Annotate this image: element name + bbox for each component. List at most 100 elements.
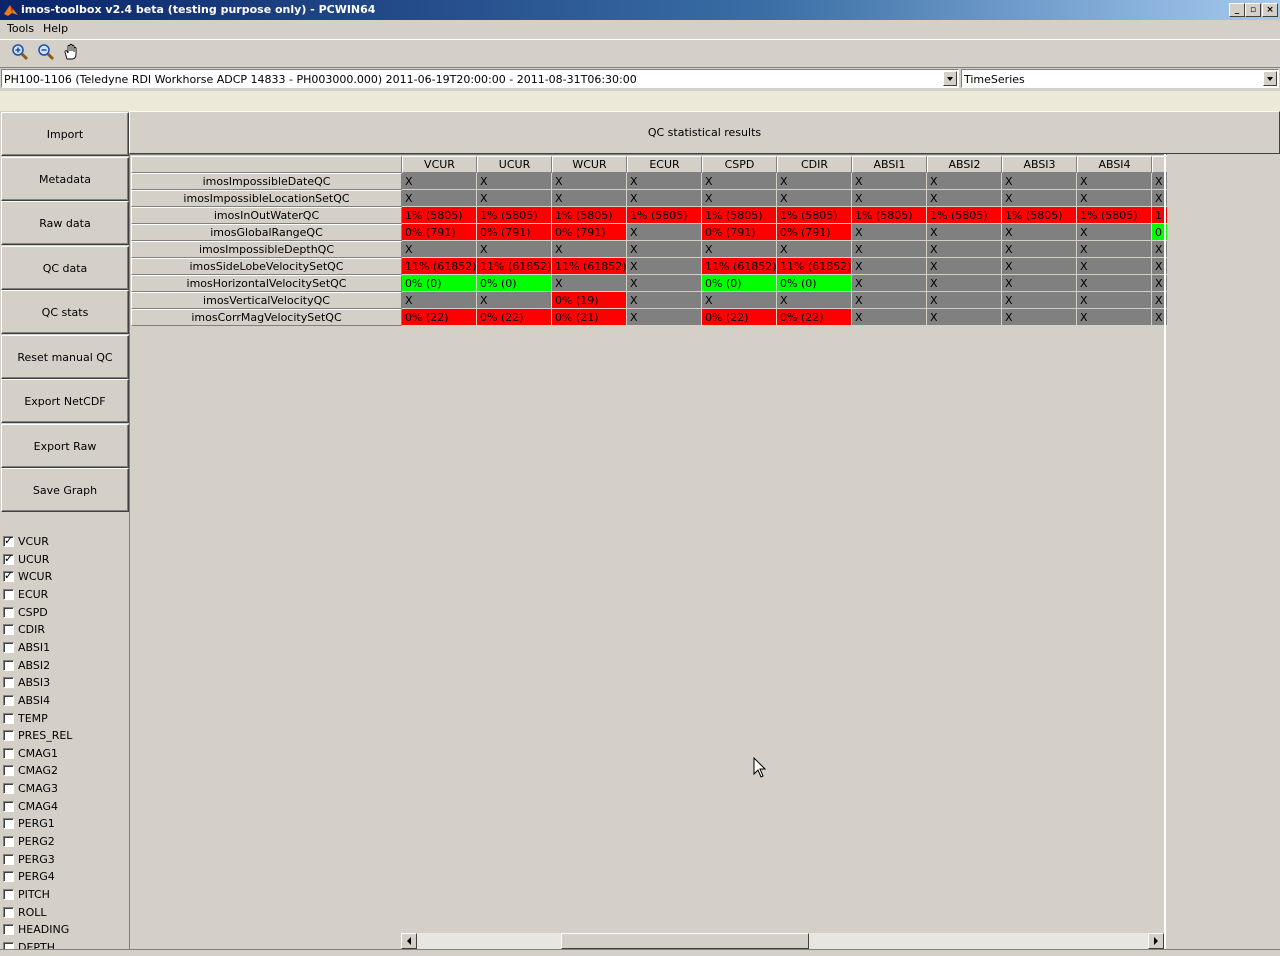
table-cell[interactable]: X bbox=[927, 292, 1002, 309]
table-cell[interactable]: X bbox=[402, 190, 477, 207]
checkbox[interactable] bbox=[3, 730, 14, 741]
table-cell[interactable]: X bbox=[402, 173, 477, 190]
table-cell[interactable]: X bbox=[702, 241, 777, 258]
table-cell[interactable]: 0% (0) bbox=[477, 275, 552, 292]
table-cell[interactable]: X bbox=[777, 190, 852, 207]
table-cell[interactable]: X bbox=[477, 241, 552, 258]
table-cell[interactable]: X bbox=[627, 241, 702, 258]
table-cell[interactable]: X bbox=[1077, 224, 1152, 241]
scroll-left-button[interactable] bbox=[401, 933, 417, 949]
save-graph-button[interactable]: Save Graph bbox=[1, 468, 129, 512]
checkbox[interactable] bbox=[3, 677, 14, 688]
checkbox[interactable] bbox=[3, 748, 14, 759]
variable-checkbox-cmag1[interactable]: CMAG1 bbox=[3, 745, 58, 762]
table-cell[interactable]: X bbox=[1002, 258, 1077, 275]
table-cell[interactable]: X bbox=[777, 241, 852, 258]
variable-checkbox-absi3[interactable]: ABSI3 bbox=[3, 674, 50, 691]
table-cell[interactable]: X bbox=[1077, 292, 1152, 309]
table-cell[interactable]: X bbox=[1077, 173, 1152, 190]
variable-checkbox-heading[interactable]: HEADING bbox=[3, 921, 69, 938]
variable-checkbox-perg3[interactable]: PERG3 bbox=[3, 851, 55, 868]
table-cell[interactable]: X bbox=[852, 241, 927, 258]
pan-hand-icon[interactable] bbox=[61, 42, 81, 62]
table-cell[interactable]: X bbox=[927, 173, 1002, 190]
variable-checkbox-pitch[interactable]: PITCH bbox=[3, 886, 50, 903]
column-header[interactable]: ABSI4 bbox=[1077, 156, 1152, 173]
row-header[interactable]: imosInOutWaterQC bbox=[131, 207, 402, 224]
checkbox[interactable] bbox=[3, 552, 14, 565]
checkbox[interactable] bbox=[3, 624, 14, 635]
checkbox[interactable] bbox=[3, 836, 14, 847]
row-header[interactable]: imosVerticalVelocityQC bbox=[131, 292, 402, 309]
variable-checkbox-cdir[interactable]: CDIR bbox=[3, 621, 45, 638]
raw-data-button[interactable]: Raw data bbox=[1, 201, 129, 245]
checkbox[interactable] bbox=[3, 801, 14, 812]
variable-checkbox-absi4[interactable]: ABSI4 bbox=[3, 692, 50, 709]
table-cell[interactable]: X bbox=[627, 309, 702, 326]
zoom-out-icon[interactable] bbox=[36, 42, 56, 62]
table-cell[interactable]: 0% (22) bbox=[702, 309, 777, 326]
column-header[interactable]: WCUR bbox=[552, 156, 627, 173]
export-raw-button[interactable]: Export Raw bbox=[1, 424, 129, 468]
table-cell[interactable]: X bbox=[477, 190, 552, 207]
table-cell[interactable]: X bbox=[627, 224, 702, 241]
table-cell[interactable]: 11% (61852) bbox=[702, 258, 777, 275]
table-cell[interactable]: X bbox=[477, 173, 552, 190]
row-header[interactable]: imosImpossibleDateQC bbox=[131, 173, 402, 190]
table-cell[interactable]: X bbox=[627, 275, 702, 292]
table-cell[interactable]: 1% (5805) bbox=[927, 207, 1002, 224]
row-header[interactable]: imosCorrMagVelocitySetQC bbox=[131, 309, 402, 326]
table-cell[interactable]: X bbox=[627, 190, 702, 207]
chevron-down-icon[interactable] bbox=[943, 71, 957, 86]
table-cell[interactable]: X bbox=[852, 309, 927, 326]
table-cell[interactable]: 1% (5805) bbox=[1077, 207, 1152, 224]
table-cell[interactable]: X bbox=[1002, 241, 1077, 258]
checkbox[interactable] bbox=[3, 765, 14, 776]
table-cell[interactable]: 1% (5805) bbox=[852, 207, 927, 224]
checkbox[interactable] bbox=[3, 783, 14, 794]
menu-help[interactable]: Help bbox=[43, 22, 68, 35]
checkbox[interactable] bbox=[3, 589, 14, 600]
table-cell[interactable]: 0% (791) bbox=[552, 224, 627, 241]
close-button[interactable]: × bbox=[1262, 3, 1278, 17]
table-cell[interactable]: X bbox=[852, 292, 927, 309]
table-cell[interactable]: X bbox=[927, 241, 1002, 258]
table-cell[interactable]: X bbox=[1002, 292, 1077, 309]
checkbox[interactable] bbox=[3, 818, 14, 829]
table-cell[interactable]: X bbox=[927, 190, 1002, 207]
row-header[interactable]: imosImpossibleLocationSetQC bbox=[131, 190, 402, 207]
table-cell[interactable]: X bbox=[852, 190, 927, 207]
table-cell[interactable]: X bbox=[777, 292, 852, 309]
row-header[interactable]: imosSideLobeVelocitySetQC bbox=[131, 258, 402, 275]
qc-stats-button[interactable]: QC stats bbox=[1, 290, 129, 334]
variable-checkbox-pres-rel[interactable]: PRES_REL bbox=[3, 727, 72, 744]
table-cell[interactable]: X bbox=[852, 258, 927, 275]
variable-checkbox-ucur[interactable]: UCUR bbox=[3, 551, 49, 568]
table-cell[interactable]: 0% (0) bbox=[402, 275, 477, 292]
table-cell[interactable]: 0% (791) bbox=[477, 224, 552, 241]
row-header[interactable]: imosImpossibleDepthQC bbox=[131, 241, 402, 258]
table-cell[interactable]: 0% (791) bbox=[702, 224, 777, 241]
table-cell[interactable]: 11% (61852) bbox=[552, 258, 627, 275]
checkbox[interactable] bbox=[3, 854, 14, 865]
dataset-select[interactable]: PH100-1106 (Teledyne RDI Workhorse ADCP … bbox=[1, 69, 959, 88]
table-cell[interactable]: 0% (21) bbox=[552, 309, 627, 326]
maximize-button[interactable]: ▫ bbox=[1245, 3, 1261, 17]
table-cell[interactable]: X bbox=[627, 173, 702, 190]
table-cell[interactable]: 11% (61852) bbox=[477, 258, 552, 275]
table-cell[interactable]: 0% (0) bbox=[777, 275, 852, 292]
table-cell[interactable]: 1% (5805) bbox=[402, 207, 477, 224]
table-cell[interactable]: X bbox=[702, 173, 777, 190]
metadata-button[interactable]: Metadata bbox=[1, 157, 129, 201]
variable-checkbox-wcur[interactable]: WCUR bbox=[3, 568, 52, 585]
table-cell[interactable]: X bbox=[927, 309, 1002, 326]
table-cell[interactable]: X bbox=[552, 241, 627, 258]
table-cell[interactable]: 0% (19) bbox=[552, 292, 627, 309]
table-cell[interactable]: X bbox=[1077, 190, 1152, 207]
column-header[interactable]: ECUR bbox=[627, 156, 702, 173]
scroll-right-button[interactable] bbox=[1148, 933, 1164, 949]
table-cell[interactable]: X bbox=[1077, 275, 1152, 292]
table-cell[interactable]: X bbox=[852, 173, 927, 190]
checkbox[interactable] bbox=[3, 569, 14, 582]
column-header[interactable]: CDIR bbox=[777, 156, 852, 173]
